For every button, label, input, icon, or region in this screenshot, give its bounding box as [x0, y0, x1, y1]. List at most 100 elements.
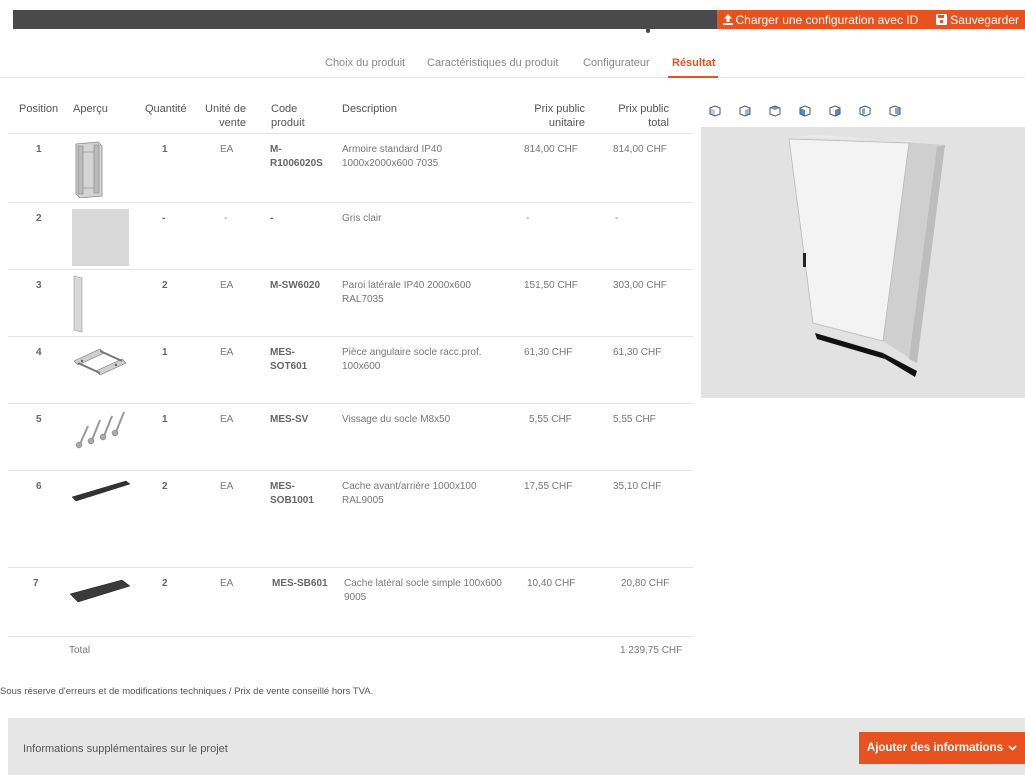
table-row: 7 2 EA MES-SB601 Cache latéral socle sim… [8, 567, 693, 636]
header-prix-unitaire: Prix public unitaire [534, 103, 585, 129]
add-information-button[interactable]: Ajouter des informations [858, 732, 1025, 764]
tab-caracteristiques[interactable]: Caractéristiques du produit [427, 57, 558, 69]
row-prix-unitaire: 17,55 CHF [524, 481, 573, 492]
cover-strip-thumbnail [71, 480, 131, 502]
row-description: Armoire standard IP40 1000x2000x600 7035 [342, 144, 443, 169]
step-tabs: Choix du produit Caractéristiques du pro… [0, 48, 1025, 78]
add-information-label: Ajouter des informations [866, 742, 1003, 754]
load-configuration-label: Charger une configuration avec ID [735, 12, 919, 27]
cabinet-3d-viewer[interactable] [701, 127, 1025, 398]
row-position: 3 [36, 280, 42, 291]
row-quantite: - [162, 213, 166, 224]
header-apercu: Aperçu [73, 103, 108, 115]
plinth-corner-thumbnail [73, 348, 127, 376]
header-prix-total: Prix public total [618, 103, 669, 129]
save-icon [936, 14, 948, 25]
row-position: 5 [36, 414, 42, 425]
additional-info-bar: Informations supplémentaires sur le proj… [8, 718, 1025, 775]
table-row: 6 2 EA MES- SOB1001 Cache avant/arrière … [8, 470, 693, 567]
door-handle [803, 253, 806, 267]
total-row: Total 1 239,75 CHF [8, 636, 693, 658]
upload-icon [722, 14, 733, 25]
row-prix-total: 5,55 CHF [613, 414, 656, 425]
row-code: M-SW6020 [270, 280, 321, 291]
view-controls [708, 104, 918, 118]
row-code: MES- SOT601 [270, 347, 308, 372]
total-label: Total [69, 645, 91, 656]
row-unite: EA [220, 481, 234, 492]
header-quantite: Quantité [145, 103, 187, 115]
row-description: Vissage du socle M8x50 [342, 414, 451, 425]
row-prix-unitaire: 61,30 CHF [524, 347, 573, 358]
view-iso-7-icon[interactable] [888, 104, 902, 118]
side-panel-thumbnail [73, 275, 83, 333]
cabinet-frame-thumbnail [75, 141, 103, 198]
row-description: Pièce angulaire socle racc.prof. 100x600 [342, 347, 482, 372]
row-unite: EA [220, 414, 234, 425]
row-prix-unitaire: 5,55 CHF [529, 414, 572, 425]
row-quantite: 1 [162, 347, 168, 358]
row-description: Cache avant/arrière 1000x100 RAL9005 [342, 481, 477, 506]
table-row: 4 1 EA MES- SOT601 Pièce angulaire socle… [8, 336, 693, 403]
header-unite: Unité de vente [205, 103, 246, 129]
row-position: 6 [36, 481, 42, 492]
row-quantite: 2 [162, 481, 168, 492]
tab-choix-produit[interactable]: Choix du produit [325, 57, 405, 69]
save-button[interactable]: Sauvegarder [924, 10, 1025, 29]
bolts-thumbnail [75, 411, 125, 449]
row-unite: EA [220, 578, 234, 589]
table-row: 1 1 EA M- R1006020S Armoire standard IP4… [8, 133, 693, 202]
row-prix-unitaire: 10,40 CHF [527, 578, 576, 589]
row-unite: - [224, 213, 228, 224]
load-configuration-button[interactable]: Charger une configuration avec ID [717, 10, 925, 29]
row-position: 2 [36, 213, 42, 224]
row-code: M- R1006020S [270, 144, 323, 169]
row-prix-total: - [615, 213, 619, 224]
top-bar: Charger une configuration avec ID Sauveg… [13, 10, 1025, 33]
chevron-down-icon [1008, 745, 1017, 751]
cabinet-3d-model [788, 135, 945, 377]
row-code: - [270, 213, 274, 224]
view-iso-6-icon[interactable] [858, 104, 872, 118]
row-unite: EA [220, 347, 234, 358]
row-position: 7 [33, 578, 39, 589]
view-iso-4-icon[interactable] [798, 104, 812, 118]
row-description: Paroi latérale IP40 2000x600 RAL7035 [342, 280, 471, 305]
row-prix-total: 814,00 CHF [613, 144, 667, 155]
row-description: Cache latéral socle simple 100x600 9005 [344, 578, 502, 603]
table-row: 5 1 EA MES-SV Vissage du socle M8x50 5,5… [8, 403, 693, 470]
color-swatch-thumbnail [72, 209, 129, 266]
header-position: Position [19, 103, 59, 115]
row-code: MES-SB601 [272, 578, 328, 589]
view-iso-5-icon[interactable] [828, 104, 842, 118]
tab-resultat[interactable]: Résultat [672, 57, 715, 69]
row-prix-unitaire: 814,00 CHF [524, 144, 578, 155]
row-quantite: 2 [162, 578, 168, 589]
row-prix-unitaire: 151,50 CHF [524, 280, 578, 291]
header-code: Code produit [271, 103, 305, 129]
row-prix-total: 35,10 CHF [613, 481, 662, 492]
top-bar-notch [646, 29, 650, 33]
view-iso-3-icon[interactable] [768, 104, 782, 118]
row-prix-unitaire: - [526, 213, 530, 224]
row-description: Gris clair [342, 213, 382, 224]
row-quantite: 1 [162, 414, 168, 425]
row-quantite: 1 [162, 144, 168, 155]
table-row: 3 2 EA M-SW6020 Paroi latérale IP40 2000… [8, 269, 693, 336]
footnote: Sous réserve d'erreurs et de modificatio… [0, 686, 374, 697]
active-tab-indicator [668, 76, 718, 78]
row-code: MES- SOB1001 [270, 481, 314, 506]
row-quantite: 2 [162, 280, 168, 291]
view-iso-1-icon[interactable] [708, 104, 722, 118]
row-unite: EA [220, 280, 234, 291]
total-value: 1 239,75 CHF [620, 645, 683, 656]
additional-info-label: Informations supplémentaires sur le proj… [23, 743, 228, 755]
row-unite: EA [220, 144, 234, 155]
view-iso-2-icon[interactable] [738, 104, 752, 118]
save-label: Sauvegarder [950, 12, 1019, 27]
row-code: MES-SV [270, 414, 309, 425]
side-cover-thumbnail [69, 579, 131, 603]
tab-configurateur[interactable]: Configurateur [583, 57, 650, 69]
row-position: 1 [36, 144, 42, 155]
row-prix-total: 61,30 CHF [613, 347, 662, 358]
